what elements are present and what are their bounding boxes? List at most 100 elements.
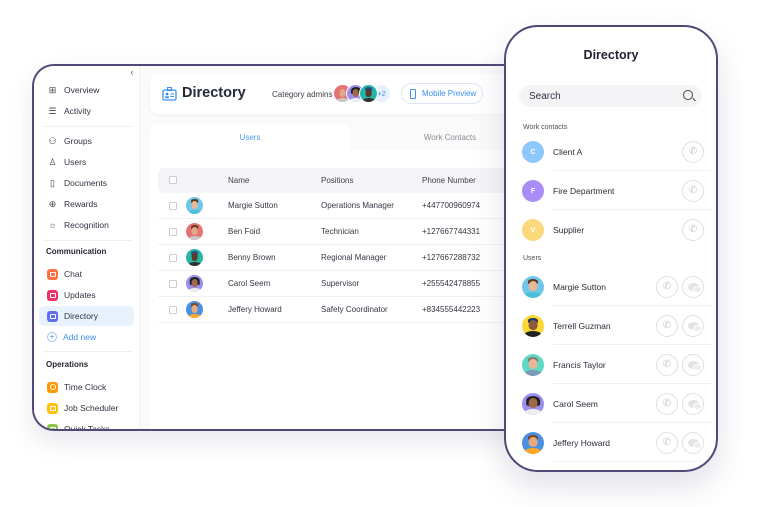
chevron-left-icon[interactable]: ‹: [126, 67, 138, 77]
call-button[interactable]: ✆: [656, 315, 678, 337]
sidebar-item-label: Time Clock: [64, 382, 107, 392]
table-row[interactable]: Margie Sutton Operations Manager +447700…: [158, 193, 532, 219]
phone-icon: ✆: [662, 398, 672, 409]
search-input[interactable]: [529, 90, 669, 102]
call-button[interactable]: ✆: [656, 393, 678, 415]
sidebar-item-directory[interactable]: Directory: [39, 306, 134, 326]
user-row[interactable]: Francis Taylor ✆: [511, 346, 711, 384]
table-row[interactable]: Carol Seem Supervisor +255542478855: [158, 271, 532, 297]
sidebar-item-overview[interactable]: ⊞ Overview: [39, 80, 134, 100]
sidebar-item-updates[interactable]: Updates: [39, 285, 134, 305]
add-new-button[interactable]: + Add new: [39, 327, 134, 347]
tabs: Users Work Contacts: [150, 124, 532, 150]
sidebar-item-label: Job Scheduler: [64, 403, 119, 413]
contact-row[interactable]: C Client A ✆: [511, 133, 711, 171]
sidebar-item-recognition[interactable]: ☼ Recognition: [39, 215, 134, 235]
sidebar-item-label: Directory: [64, 311, 99, 321]
cell-name: Carol Seem: [228, 279, 271, 288]
phone-screen: Directory Work contacts C Client A ✆ F F…: [511, 32, 711, 465]
column-header-phone[interactable]: Phone Number: [422, 176, 476, 185]
avatar: [522, 432, 544, 454]
chat-button[interactable]: [682, 432, 704, 454]
avatar: [186, 249, 203, 266]
phone-search[interactable]: [519, 85, 702, 107]
chat-button[interactable]: [682, 315, 704, 337]
chat-button[interactable]: [682, 276, 704, 298]
contact-row[interactable]: F Fire Department ✆: [511, 172, 711, 210]
sidebar-item-label: Overview: [64, 85, 100, 95]
call-button[interactable]: ✆: [656, 276, 678, 298]
sidebar-item-activity[interactable]: ☰ Activity: [39, 101, 134, 121]
contact-initial: V: [522, 219, 544, 241]
section-communication: Communication: [46, 247, 107, 256]
row-checkbox[interactable]: [169, 228, 177, 236]
user-name: Carol Seem: [553, 399, 598, 409]
tab-users[interactable]: Users: [150, 124, 350, 150]
section-work-contacts: Work contacts: [523, 124, 568, 131]
user-name: Jeffery Howard: [553, 438, 611, 448]
cell-name: Jeffery Howard: [228, 305, 282, 314]
cell-position: Technician: [321, 227, 359, 236]
avatar: [522, 393, 544, 415]
user-row[interactable]: Margie Sutton ✆: [511, 268, 711, 306]
table-row[interactable]: Benny Brown Regional Manager +1276672887…: [158, 245, 532, 271]
phone-icon: ✆: [688, 224, 698, 235]
category-admins-avatars[interactable]: +2: [333, 84, 391, 103]
grid-icon: ⊞: [48, 84, 57, 95]
avatar: [359, 84, 378, 103]
page-title: Directory: [182, 85, 246, 101]
row-checkbox[interactable]: [169, 280, 177, 288]
chat-bubble-icon: [687, 439, 702, 449]
section-users: Users: [523, 255, 542, 262]
sidebar-item-label: Users: [64, 157, 87, 167]
sidebar-item-quick-tasks[interactable]: Quick Tasks: [39, 419, 134, 431]
section-operations: Operations: [46, 360, 89, 369]
call-button[interactable]: ✆: [656, 432, 678, 454]
chat-button[interactable]: [682, 354, 704, 376]
contact-row[interactable]: V Supplier ✆: [511, 211, 711, 249]
call-button[interactable]: ✆: [656, 354, 678, 376]
sidebar-item-time-clock[interactable]: Time Clock: [39, 377, 134, 397]
sidebar-item-users[interactable]: ♙ Users: [39, 152, 134, 172]
cell-name: Benny Brown: [228, 253, 276, 262]
directory-icon: [47, 310, 58, 322]
search-icon[interactable]: [683, 90, 693, 100]
cell-phone: +127667744331: [422, 227, 481, 236]
cell-phone: +834555442223: [422, 305, 481, 314]
table-row[interactable]: Ben Foid Technician +127667744331: [158, 219, 532, 245]
row-checkbox[interactable]: [169, 306, 177, 314]
row-checkbox[interactable]: [169, 254, 177, 262]
mobile-preview-button[interactable]: Mobile Preview: [401, 83, 483, 104]
divider: [44, 126, 132, 127]
mobile-preview-label: Mobile Preview: [422, 89, 477, 98]
call-button[interactable]: ✆: [682, 180, 704, 202]
user-row[interactable]: Carol Seem ✆: [511, 385, 711, 423]
contact-name: Supplier: [553, 225, 585, 235]
sidebar-item-groups[interactable]: ⚇ Groups: [39, 131, 134, 151]
table-row[interactable]: Jeffery Howard Safety Coordinator +83455…: [158, 297, 532, 323]
sidebar-item-job-scheduler[interactable]: Job Scheduler: [39, 398, 134, 418]
sidebar-item-rewards[interactable]: ⊕ Rewards: [39, 194, 134, 214]
sidebar-item-label: Quick Tasks: [64, 424, 110, 431]
cell-phone: +127667288732: [422, 253, 481, 262]
column-header-positions[interactable]: Positions: [321, 176, 353, 185]
chat-button[interactable]: [682, 393, 704, 415]
call-button[interactable]: ✆: [682, 141, 704, 163]
avatar: [186, 275, 203, 292]
call-button[interactable]: ✆: [682, 219, 704, 241]
chat-icon: [47, 268, 58, 280]
sidebar-item-chat[interactable]: Chat: [39, 264, 134, 284]
sidebar-item-documents[interactable]: ▯ Documents: [39, 173, 134, 193]
directory-badge-icon: [162, 87, 177, 101]
select-all-checkbox[interactable]: [169, 176, 177, 184]
user-row[interactable]: Jeffery Howard ✆: [511, 424, 711, 462]
user-row[interactable]: Terrell Guzman ✆: [511, 307, 711, 345]
cell-position: Regional Manager: [321, 253, 387, 262]
sidebar-item-label: Updates: [64, 290, 96, 300]
row-checkbox[interactable]: [169, 202, 177, 210]
chat-bubble-icon: [687, 400, 702, 410]
sidebar-item-label: Groups: [64, 136, 92, 146]
column-header-name[interactable]: Name: [228, 176, 249, 185]
sidebar-item-label: Rewards: [64, 199, 98, 209]
mobile-preview: Directory Work contacts C Client A ✆ F F…: [504, 25, 718, 472]
